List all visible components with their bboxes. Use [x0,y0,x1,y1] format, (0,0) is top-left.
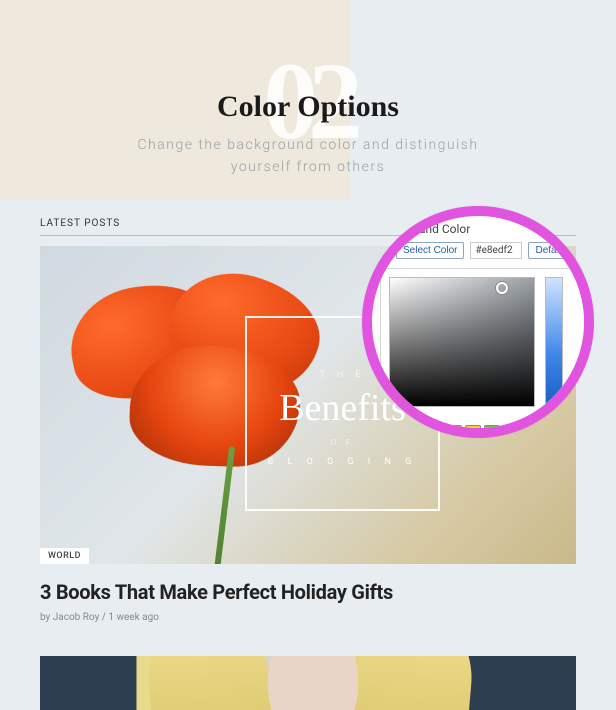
color-hex-input[interactable] [470,242,522,259]
color-swatch[interactable] [465,425,481,438]
hue-slider[interactable] [545,277,563,407]
select-color-button[interactable]: Select Color [396,242,464,259]
default-color-button[interactable]: Default [528,242,574,259]
meta-by: by [40,612,53,623]
subtitle-line-1: Change the background color and distingu… [137,137,478,153]
overlay-blogging: B L O G G I N G [247,457,438,467]
portrait-face [268,656,358,710]
color-picker-magnifier: ound Color Select Color Default [362,206,594,438]
post-author[interactable]: Jacob Roy [53,612,100,623]
subtitle-line-2: yourself from others [231,159,385,175]
hero-section: 02 Color Options Change the background c… [0,0,616,200]
portrait-hair [343,656,476,710]
post-title[interactable]: 3 Books That Make Perfect Holiday Gifts [40,580,576,604]
overlay-of: O F [247,438,438,447]
color-field-label: ound Color [412,222,470,236]
post-category-badge[interactable]: WORLD [40,548,89,564]
page-title: Color Options [0,90,616,124]
post-time: 1 week ago [108,612,159,623]
post-card-next-preview[interactable] [40,656,576,710]
saturation-value-area[interactable] [389,277,535,407]
color-swatch[interactable] [484,425,500,438]
post-meta: by Jacob Roy / 1 week ago [40,612,576,623]
page-subtitle: Change the background color and distingu… [0,134,616,179]
portrait-hair [143,656,276,710]
color-picker-widget [380,268,590,438]
color-controls-row: Select Color Default [396,242,574,259]
sv-handle[interactable] [496,282,508,294]
